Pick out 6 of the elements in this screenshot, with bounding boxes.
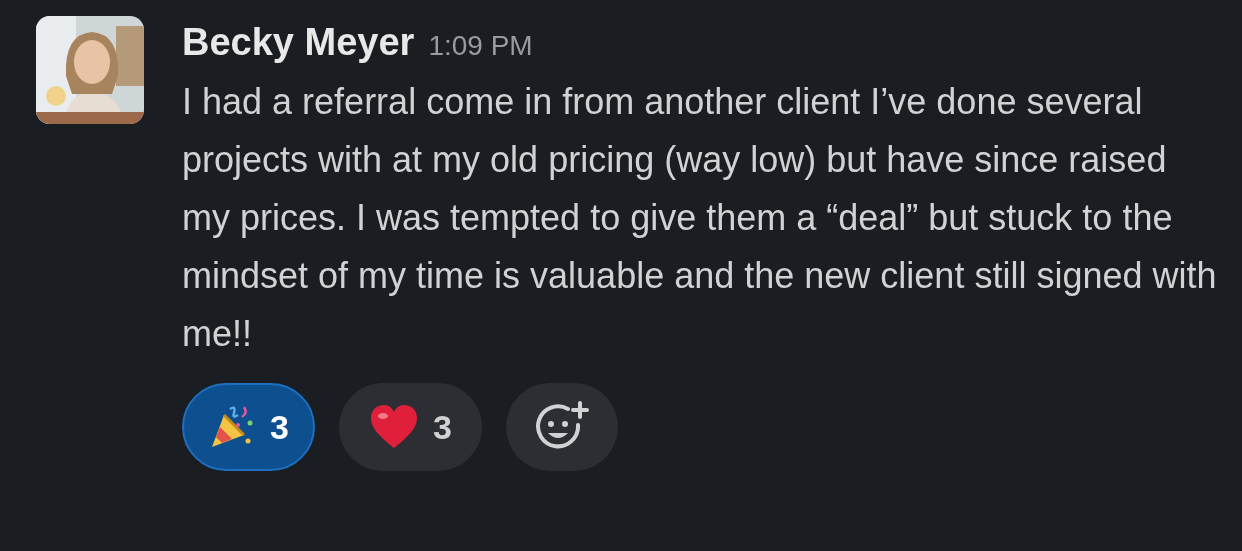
timestamp[interactable]: 1:09 PM [428, 25, 533, 67]
message-text: I had a referral come in from another client I’ve done several projects with at my old pricing (way low) but have since raised my prices. I was tempted to give them a “deal” but stuck to the mindset of my time is valuable and the new client still signed with me!! [182, 80, 1218, 356]
reaction-button[interactable]: 3 [182, 383, 315, 471]
author-name[interactable]: Becky Meyer [182, 14, 415, 71]
reaction-button[interactable]: 3 [338, 383, 482, 471]
heart-icon [368, 404, 419, 450]
